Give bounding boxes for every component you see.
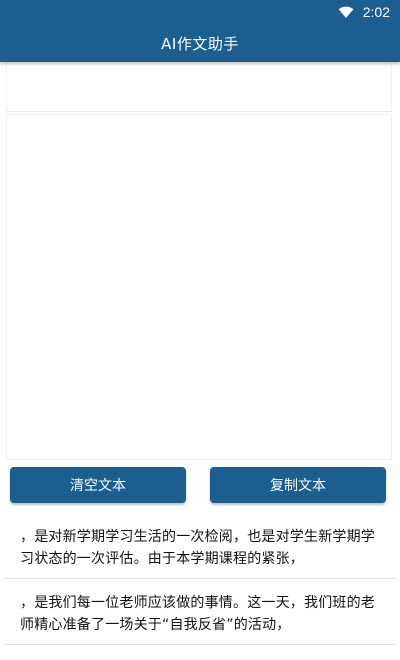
result-divider (4, 578, 396, 579)
copy-text-button[interactable]: 复制文本 (210, 467, 386, 503)
content-textarea[interactable] (6, 114, 392, 460)
result-item-text: ，是我们每一位老师应该做的事情。这一天，我们班的老师精心准备了一场关于“自我反省… (20, 595, 375, 633)
clear-text-button[interactable]: 清空文本 (10, 467, 186, 503)
status-indicators: 2:02 (337, 3, 390, 21)
status-bar: 2:02 (0, 0, 400, 24)
result-item[interactable]: ，是我们每一位老师应该做的事情。这一天，我们班的老师精心准备了一场关于“自我反省… (20, 592, 380, 636)
app-bar: AI作文助手 (0, 24, 400, 62)
topic-input[interactable] (6, 62, 392, 112)
status-time: 2:02 (362, 4, 390, 20)
result-divider (4, 644, 396, 645)
content-area: 清空文本 复制文本 ，是对新学期学习生活的一次检阅，也是对学生新学期学习状态的一… (0, 62, 400, 660)
wifi-icon (338, 6, 354, 18)
result-item-text: ，是对新学期学习生活的一次检阅，也是对学生新学期学习状态的一次评估。由于本学期课… (20, 529, 375, 567)
copy-text-label: 复制文本 (270, 478, 326, 494)
app-title: AI作文助手 (161, 34, 239, 53)
clear-text-label: 清空文本 (70, 478, 126, 494)
result-item[interactable]: ，是对新学期学习生活的一次检阅，也是对学生新学期学习状态的一次评估。由于本学期课… (20, 526, 380, 570)
